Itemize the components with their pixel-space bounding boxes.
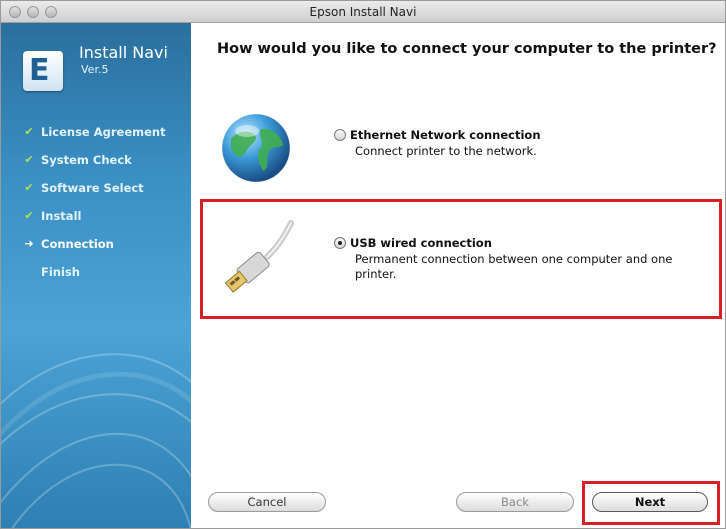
- step-license-agreement: ✔ License Agreement: [1, 123, 191, 151]
- check-icon: ✔: [24, 153, 34, 166]
- step-software-select: ✔ Software Select: [1, 179, 191, 207]
- step-finish: Finish: [1, 263, 191, 291]
- step-label: Software Select: [41, 181, 144, 195]
- check-icon: ✔: [24, 181, 34, 194]
- step-system-check: ✔ System Check: [1, 151, 191, 179]
- sidebar: E Install Navi Ver.5 ✔ License Agreement…: [1, 23, 191, 528]
- back-button[interactable]: Back: [456, 492, 574, 512]
- step-label: Finish: [41, 265, 80, 279]
- logo-e-icon: E: [29, 53, 50, 88]
- arrow-right-icon: ➜: [24, 237, 34, 250]
- ethernet-title: Ethernet Network connection: [350, 128, 541, 142]
- page-title: How would you like to connect your compu…: [217, 41, 717, 57]
- window-title: Epson Install Navi: [309, 5, 417, 19]
- check-icon: ✔: [24, 125, 34, 138]
- ethernet-radio[interactable]: [334, 129, 346, 141]
- usb-option-highlight-box: [200, 199, 722, 319]
- install-navi-logo: E: [23, 51, 63, 91]
- step-label: System Check: [41, 153, 132, 167]
- step-label: Install: [41, 209, 82, 223]
- step-label: Connection: [41, 237, 114, 251]
- check-icon: ✔: [24, 209, 34, 222]
- title-bar[interactable]: Epson Install Navi: [1, 1, 725, 23]
- step-install: ✔ Install: [1, 207, 191, 235]
- app-name: Install Navi: [79, 43, 168, 62]
- installer-window: Epson Install Navi E Install Navi Ver.5 …: [0, 0, 726, 529]
- step-list: ✔ License Agreement ✔ System Check ✔ Sof…: [1, 123, 191, 291]
- cancel-button[interactable]: Cancel: [208, 492, 326, 512]
- globe-icon: [221, 113, 291, 183]
- step-connection: ➜ Connection: [1, 235, 191, 263]
- app-version: Ver.5: [81, 63, 109, 76]
- step-label: License Agreement: [41, 125, 166, 139]
- ethernet-description: Connect printer to the network.: [355, 144, 537, 158]
- next-button-highlight-box: [582, 481, 720, 525]
